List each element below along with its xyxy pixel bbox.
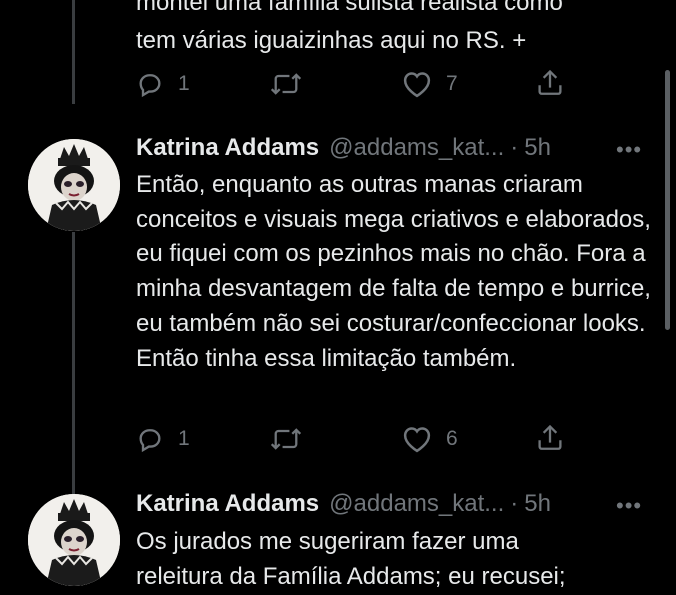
tweet-top-text-line-2: tem várias iguaizinhas aqui no RS. + bbox=[136, 27, 527, 54]
like-icon bbox=[402, 70, 432, 98]
author-handle[interactable]: @addams_kat... bbox=[329, 490, 504, 518]
tweet-mid-like-count: 6 bbox=[446, 427, 458, 450]
separator-dot: · bbox=[510, 134, 519, 161]
tweet-mid-text: Então, enquanto as outras manas criaram … bbox=[136, 171, 658, 372]
timestamp[interactable]: 5h bbox=[524, 134, 551, 162]
reply-icon bbox=[136, 425, 164, 453]
share-icon bbox=[536, 423, 564, 453]
more-icon[interactable]: ••• bbox=[616, 139, 648, 161]
tweet-mid-like-button[interactable]: 6 bbox=[402, 425, 458, 453]
tweet-top-text-line-1: montei uma família sulista realista como bbox=[136, 0, 563, 16]
author-name[interactable]: Katrina Addams bbox=[136, 490, 319, 518]
tweet-bottom-text-line-2: releitura da Família Addams; eu recusei; bbox=[136, 563, 566, 590]
tweet-top-retweet-button[interactable] bbox=[270, 70, 302, 98]
tweet-top-like-button[interactable]: 7 bbox=[402, 70, 458, 98]
tweet-bottom-text-line-1: Os jurados me sugeriram fazer uma bbox=[136, 528, 519, 555]
separator-dot: · bbox=[510, 490, 519, 517]
tweet-mid-retweet-button[interactable] bbox=[270, 425, 302, 453]
author-name[interactable]: Katrina Addams bbox=[136, 134, 319, 162]
tweet-mid-share-button[interactable] bbox=[536, 423, 564, 453]
tweet-top-like-count: 7 bbox=[446, 72, 458, 95]
tweet-top-reply-button[interactable]: 1 bbox=[136, 70, 190, 98]
thread-line-mid bbox=[72, 232, 75, 494]
retweet-icon bbox=[270, 70, 302, 98]
scrollbar[interactable] bbox=[665, 70, 670, 330]
retweet-icon bbox=[270, 425, 302, 453]
avatar[interactable] bbox=[28, 494, 120, 586]
tweet-top-share-button[interactable] bbox=[536, 68, 564, 98]
avatar[interactable] bbox=[28, 139, 120, 231]
tweet-mid-reply-count: 1 bbox=[178, 427, 190, 450]
like-icon bbox=[402, 425, 432, 453]
more-icon[interactable]: ••• bbox=[616, 495, 648, 517]
timestamp[interactable]: 5h bbox=[524, 490, 551, 518]
tweet-top-reply-count: 1 bbox=[178, 72, 190, 95]
tweet-mid-reply-button[interactable]: 1 bbox=[136, 425, 190, 453]
thread-line-top bbox=[72, 0, 75, 104]
share-icon bbox=[536, 68, 564, 98]
author-handle[interactable]: @addams_kat... bbox=[329, 134, 504, 162]
reply-icon bbox=[136, 70, 164, 98]
tweet-mid-header: Katrina Addams @addams_kat... · 5h bbox=[136, 134, 551, 166]
tweet-bottom-header: Katrina Addams @addams_kat... · 5h bbox=[136, 490, 551, 522]
